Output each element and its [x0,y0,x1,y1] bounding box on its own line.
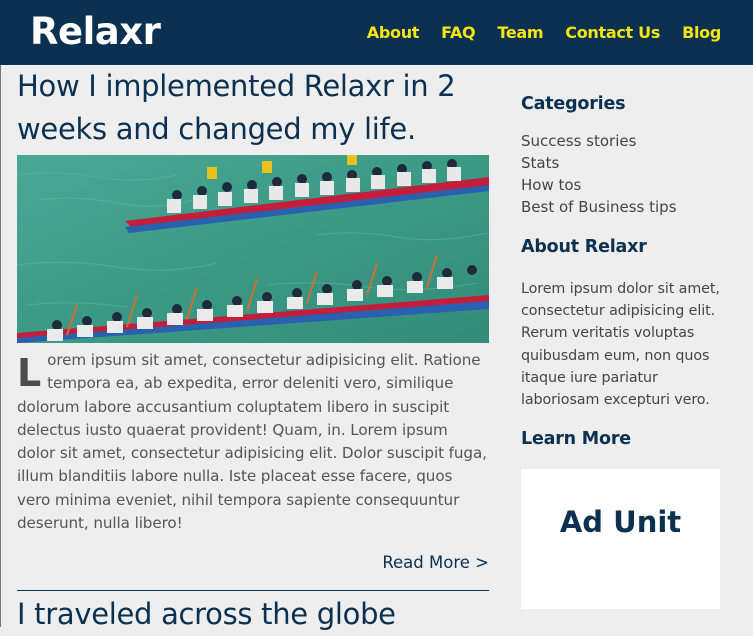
site-header: Relaxr About FAQ Team Contact Us Blog [0,0,753,65]
hero-image [17,155,489,343]
category-how-tos[interactable]: How tos [521,174,721,196]
ad-unit-label: Ad Unit [559,505,682,540]
category-business-tips[interactable]: Best of Business tips [521,196,721,218]
nav-faq[interactable]: FAQ [441,23,475,43]
main-nav: About FAQ Team Contact Us Blog [345,23,722,43]
page-left-border [0,65,1,627]
post-divider [17,590,489,592]
sidebar: Categories Success stories Stats How tos… [521,92,721,610]
category-success-stories[interactable]: Success stories [521,130,721,152]
learn-more-heading: Learn More [521,429,631,450]
post-excerpt: Lorem ipsum sit amet, consectetur adipis… [17,349,489,535]
category-stats[interactable]: Stats [521,152,721,174]
dropcap-letter: L [17,351,42,395]
read-more-link[interactable]: Read More > [17,552,489,574]
categories-heading: Categories [521,94,626,114]
site-logo[interactable]: Relaxr [30,6,161,58]
nav-contact-us[interactable]: Contact Us [565,23,660,43]
about-text: Lorem ipsum dolor sit amet, consectetur … [521,281,720,409]
post-title-2[interactable]: I traveled across the globe [17,593,489,636]
categories-list: Success stories Stats How tos Best of Bu… [521,130,721,218]
ad-unit[interactable]: Ad Unit [521,469,720,610]
about-heading: About Relaxr [521,237,647,257]
post-excerpt-text: orem ipsum sit amet, consectetur adipisi… [17,351,487,533]
nav-team[interactable]: Team [497,23,543,43]
main-content: How I implemented Relaxr in 2 weeks and … [17,65,489,636]
post-title[interactable]: How I implemented Relaxr in 2 weeks and … [17,65,489,151]
nav-blog[interactable]: Blog [682,23,721,43]
nav-about[interactable]: About [367,23,420,43]
